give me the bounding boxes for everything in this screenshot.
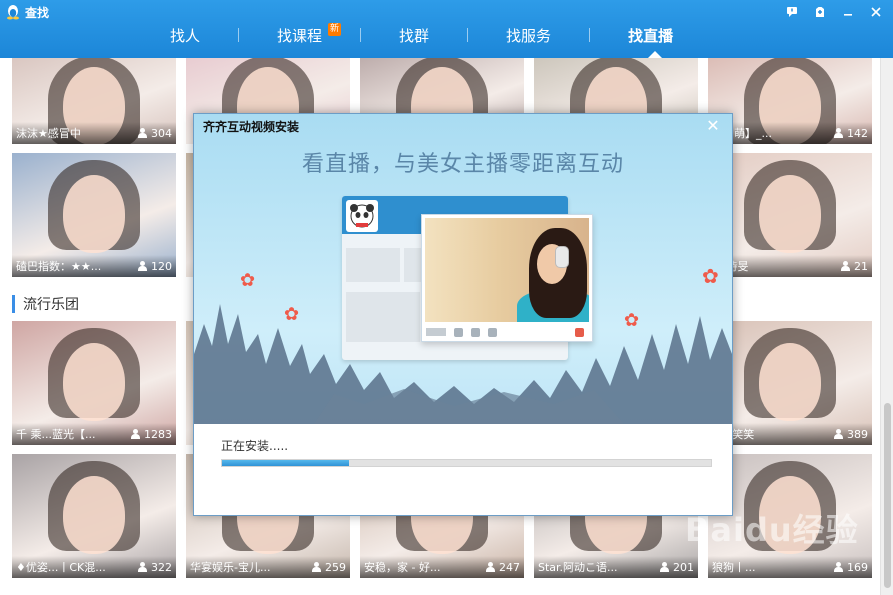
- scroll-thumb[interactable]: [884, 403, 891, 588]
- streamer-name: 狼狗丨...: [712, 561, 756, 574]
- viewer-count: 389: [833, 428, 868, 441]
- progress-fill: [222, 460, 350, 466]
- viewer-count-value: 389: [847, 427, 868, 441]
- window-header: 查找 找人 找课程新 找群 找服务 找直播: [0, 0, 893, 58]
- stream-tile[interactable]: 磕巴指数：★★... 120: [12, 153, 176, 277]
- viewer-count: 304: [137, 127, 172, 140]
- panda-avatar-icon: [346, 200, 378, 232]
- viewers-icon: [485, 562, 496, 572]
- section-title: 流行乐团: [12, 295, 79, 313]
- install-dialog: 看直播，与美女主播零距离互动 ✿ ✿ ✿ ✿ 齐齐互动视频安装 ✕ 正在安装..…: [193, 113, 733, 516]
- title-bar: 查找: [0, 0, 49, 24]
- install-status: 正在安装.....: [221, 439, 289, 453]
- tab-find-live[interactable]: 找直播: [628, 25, 673, 46]
- active-tab-pointer: [648, 51, 662, 58]
- stream-caption: 安稳，家 - 好... 247: [360, 556, 524, 578]
- viewer-count: 201: [659, 561, 694, 574]
- minimize-icon[interactable]: [837, 3, 859, 21]
- viewer-count: 259: [311, 561, 346, 574]
- flower-icon: ✿: [702, 264, 719, 288]
- viewers-icon: [130, 429, 141, 439]
- viewer-count-value: 247: [499, 560, 520, 574]
- streamer-name: Star.阿动こ语...: [538, 561, 618, 574]
- viewers-icon: [659, 562, 670, 572]
- viewer-count-value: 142: [847, 126, 868, 140]
- scrollbar[interactable]: [880, 58, 893, 595]
- viewers-icon: [137, 261, 148, 271]
- window-controls: [781, 3, 887, 21]
- viewer-count: 247: [485, 561, 520, 574]
- banner-slogan: 看直播，与美女主播零距离互动: [301, 152, 624, 177]
- nav-separator: [360, 28, 362, 42]
- streamer-name: ♦优姿...丨CK混...: [16, 561, 106, 574]
- nav-separator: [238, 28, 240, 42]
- dialog-title-bar: 齐齐互动视频安装: [194, 114, 732, 138]
- viewer-count-value: 259: [325, 560, 346, 574]
- streamer-name: 磕巴指数：★★...: [16, 260, 102, 273]
- feedback-icon[interactable]: [781, 3, 803, 21]
- viewer-count: 21: [840, 260, 868, 273]
- dialog-title: 齐齐互动视频安装: [203, 119, 300, 134]
- viewer-count: 169: [833, 561, 868, 574]
- stream-caption: 磕巴指数：★★... 120: [12, 255, 176, 277]
- qq-penguin-icon: [2, 1, 24, 23]
- viewer-count-value: 322: [151, 560, 172, 574]
- viewer-count: 120: [137, 260, 172, 273]
- streamer-name: 安稳，家 - 好...: [364, 561, 441, 574]
- stream-tile[interactable]: 沫沫★感冒中 304: [12, 58, 176, 144]
- viewers-icon: [833, 128, 844, 138]
- viewer-count-value: 120: [151, 259, 172, 273]
- streamer-name: 沫沫★感冒中: [16, 127, 81, 140]
- stream-caption: 沫沫★感冒中 304: [12, 122, 176, 144]
- new-badge: 新: [328, 22, 342, 36]
- viewers-icon: [840, 261, 851, 271]
- nav-separator: [467, 28, 469, 42]
- crowd-silhouette: [194, 304, 732, 424]
- viewers-icon: [833, 562, 844, 572]
- close-icon[interactable]: [865, 3, 887, 21]
- viewer-count: 322: [137, 561, 172, 574]
- viewer-count-value: 169: [847, 560, 868, 574]
- viewer-count-value: 201: [673, 560, 694, 574]
- window-title: 查找: [25, 5, 50, 20]
- viewer-count-value: 304: [151, 126, 172, 140]
- viewer-count-value: 1283: [144, 427, 172, 441]
- viewers-icon: [137, 562, 148, 572]
- flower-icon: ✿: [240, 270, 256, 291]
- viewer-count: 1283: [130, 428, 172, 441]
- tab-find-people[interactable]: 找人: [170, 25, 200, 46]
- dialog-banner: 看直播，与美女主播零距离互动 ✿ ✿ ✿ ✿: [194, 114, 732, 424]
- stream-caption: 狼狗丨... 169: [708, 556, 872, 578]
- stream-caption: 华宴娱乐-宝儿... 259: [186, 556, 350, 578]
- stream-tile[interactable]: ♦优姿...丨CK混... 322: [12, 454, 176, 578]
- viewers-icon: [833, 429, 844, 439]
- viewer-count: 142: [833, 127, 868, 140]
- streamer-name: 华宴娱乐-宝儿...: [190, 561, 271, 574]
- stream-tile[interactable]: 千 乘...蓝光【... 1283: [12, 321, 176, 445]
- tab-find-course[interactable]: 找课程新: [277, 22, 342, 46]
- stream-caption: Star.阿动こ语... 201: [534, 556, 698, 578]
- viewers-icon: [311, 562, 322, 572]
- stream-caption: 千 乘...蓝光【... 1283: [12, 423, 176, 445]
- nav-separator: [589, 28, 591, 42]
- nav-tabs: 找人 找课程新 找群 找服务 找直播: [170, 20, 673, 50]
- dialog-close-icon[interactable]: ✕: [704, 116, 722, 135]
- tab-find-service[interactable]: 找服务: [506, 25, 551, 46]
- stream-caption: ♦优姿...丨CK混... 322: [12, 556, 176, 578]
- viewer-count-value: 21: [854, 259, 868, 273]
- streamer-name: 千 乘...蓝光【...: [16, 428, 96, 441]
- install-progress-bar: [221, 459, 712, 467]
- viewers-icon: [137, 128, 148, 138]
- skin-icon[interactable]: [809, 3, 831, 21]
- tab-find-group[interactable]: 找群: [399, 25, 429, 46]
